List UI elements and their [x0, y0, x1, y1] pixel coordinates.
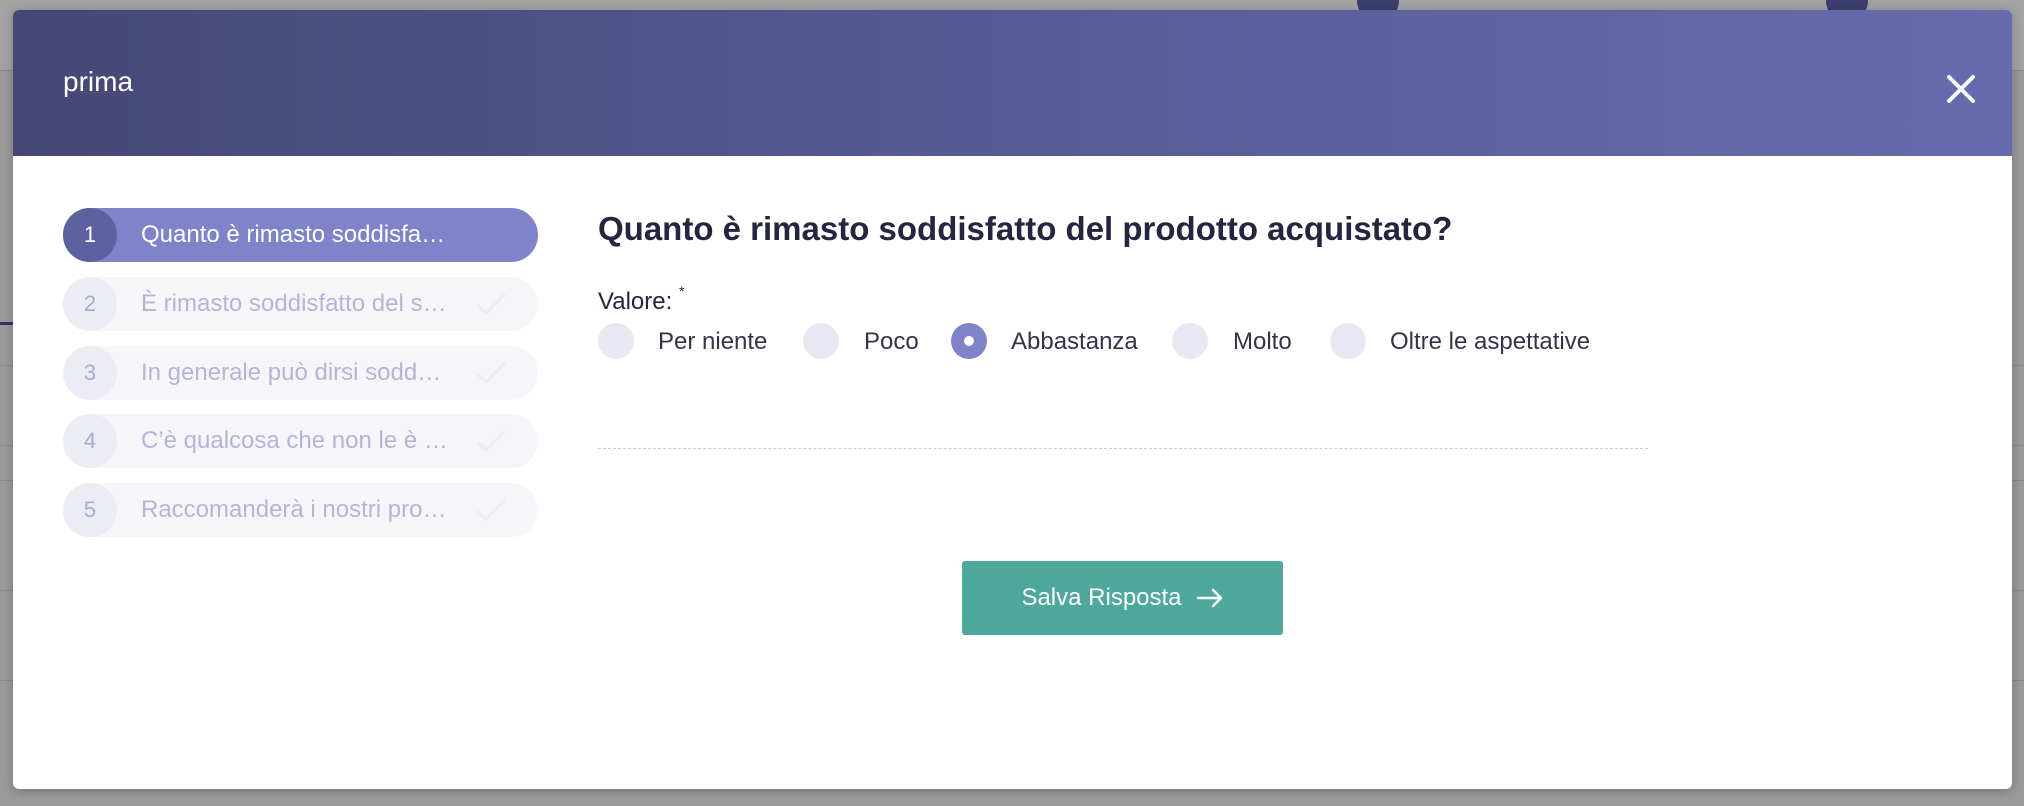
check-icon: [476, 292, 507, 316]
check-icon: [476, 498, 507, 522]
radio-abbastanza[interactable]: [951, 323, 987, 359]
save-button-label: Salva Risposta: [1021, 584, 1182, 611]
field-label-text: Valore:: [598, 288, 673, 315]
radio-label-poco[interactable]: Poco: [864, 328, 919, 356]
step-number: 3: [63, 346, 117, 400]
step-item-5[interactable]: 5 Raccomanderà i nostri pro…: [63, 483, 538, 537]
close-button[interactable]: [1943, 71, 1979, 107]
radio-label-per-niente[interactable]: Per niente: [658, 328, 767, 356]
modal-header: prima: [13, 10, 2012, 156]
step-item-4[interactable]: 4 C’è qualcosa che non le è …: [63, 414, 538, 468]
arrow-right-icon: [1196, 588, 1224, 608]
step-label: Raccomanderà i nostri pro…: [141, 496, 447, 523]
step-number: 4: [63, 414, 117, 468]
check-icon: [476, 429, 507, 453]
radio-oltre-le-aspettative[interactable]: [1330, 323, 1366, 359]
required-mark: *: [678, 283, 685, 299]
step-number: 5: [63, 483, 117, 537]
step-item-1[interactable]: 1 Quanto è rimasto soddisfa…: [63, 208, 538, 262]
radio-label-oltre-le-aspettative[interactable]: Oltre le aspettative: [1390, 328, 1590, 356]
background-tab-underline: [0, 322, 14, 325]
step-label: In generale può dirsi sodd…: [141, 359, 442, 386]
radio-molto[interactable]: [1172, 323, 1208, 359]
step-item-3[interactable]: 3 In generale può dirsi sodd…: [63, 346, 538, 400]
step-label: È rimasto soddisfatto del s…: [141, 290, 447, 317]
step-item-2[interactable]: 2 È rimasto soddisfatto del s…: [63, 277, 538, 331]
radio-poco[interactable]: [803, 323, 839, 359]
step-number: 2: [63, 277, 117, 331]
step-number: 1: [63, 208, 117, 262]
radio-label-molto[interactable]: Molto: [1233, 328, 1292, 356]
divider: [598, 448, 1648, 449]
step-label: C’è qualcosa che non le è …: [141, 427, 448, 454]
radio-label-abbastanza[interactable]: Abbastanza: [1011, 328, 1138, 356]
question-title: Quanto è rimasto soddisfatto del prodott…: [598, 210, 1453, 247]
step-label: Quanto è rimasto soddisfa…: [141, 221, 446, 248]
survey-modal: prima 1 Quanto è rimasto soddisfa… 2 È r…: [13, 10, 2012, 789]
modal-title: prima: [63, 66, 134, 97]
check-icon: [476, 361, 507, 385]
close-icon: [1947, 75, 1975, 103]
radio-per-niente[interactable]: [598, 323, 634, 359]
field-label: Valore: *: [598, 283, 684, 316]
save-answer-button[interactable]: Salva Risposta: [962, 561, 1283, 635]
